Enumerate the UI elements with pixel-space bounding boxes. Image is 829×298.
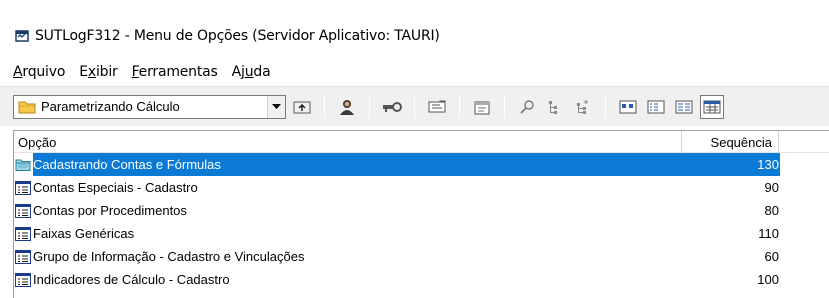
toolbar: Parametrizando Cálculo bbox=[0, 86, 829, 126]
list-item-sequence: 130 bbox=[757, 157, 779, 172]
toolbar-separator bbox=[324, 94, 325, 119]
up-folder-icon[interactable] bbox=[290, 95, 314, 119]
tree-expand-icon[interactable] bbox=[571, 95, 595, 119]
card-icon[interactable] bbox=[425, 95, 449, 119]
list-item[interactable]: Cadastrando Contas e Fórmulas 130 bbox=[14, 153, 829, 176]
large-icons-view-icon[interactable] bbox=[616, 95, 640, 119]
user-icon[interactable] bbox=[335, 95, 359, 119]
list-item-sequence: 110 bbox=[758, 226, 779, 241]
title-bar: SUTLogF312 - Menu de Opções (Servidor Ap… bbox=[0, 14, 829, 58]
list-item[interactable]: Faixas Genéricas 110 bbox=[14, 222, 829, 245]
list-item-sequence: 60 bbox=[764, 249, 779, 264]
toolbar-separator bbox=[369, 94, 370, 119]
window-title: SUTLogF312 - Menu de Opções (Servidor Ap… bbox=[35, 28, 440, 44]
form-icon bbox=[15, 226, 31, 242]
list-item-sequence: 80 bbox=[764, 203, 779, 218]
toolbar-separator bbox=[605, 94, 606, 119]
list-item-label: Contas por Procedimentos bbox=[33, 203, 187, 218]
chevron-down-icon[interactable] bbox=[267, 95, 285, 118]
list-item[interactable]: Grupo de Informação - Cadastro e Vincula… bbox=[14, 245, 829, 268]
combo-value: Parametrizando Cálculo bbox=[41, 99, 180, 114]
list-item-sequence: 100 bbox=[757, 272, 779, 287]
menu-ajuda[interactable]: Ajuda bbox=[232, 64, 271, 80]
column-header-sequence[interactable]: Sequência bbox=[682, 131, 779, 153]
column-header-option[interactable]: Opção bbox=[14, 131, 682, 153]
list-item-label: Indicadores de Cálculo - Cadastro bbox=[33, 272, 230, 287]
find-icon[interactable] bbox=[515, 95, 539, 119]
key-icon[interactable] bbox=[380, 95, 404, 119]
options-list[interactable]: Opção Sequência Cadastrando Contas e Fór… bbox=[13, 130, 829, 298]
list-item-sequence: 90 bbox=[764, 180, 779, 195]
list-item-label: Cadastrando Contas e Fórmulas bbox=[33, 157, 221, 172]
folder-icon bbox=[18, 100, 36, 114]
list-item-label: Contas Especiais - Cadastro bbox=[33, 180, 198, 195]
toolbar-separator bbox=[459, 94, 460, 119]
details-view-icon[interactable] bbox=[700, 94, 724, 119]
tree-collapse-icon[interactable] bbox=[543, 95, 567, 119]
list-item-label: Faixas Genéricas bbox=[33, 226, 135, 241]
list-item[interactable]: Contas Especiais - Cadastro 90 bbox=[14, 176, 829, 199]
form-icon bbox=[15, 203, 31, 219]
toolbar-separator bbox=[504, 94, 505, 119]
list-item-label: Grupo de Informação - Cadastro e Vincula… bbox=[33, 249, 305, 264]
form-icon bbox=[15, 180, 31, 196]
form-icon bbox=[15, 272, 31, 288]
list-item[interactable]: Indicadores de Cálculo - Cadastro 100 bbox=[14, 268, 829, 291]
menu-ferramentas[interactable]: Ferramentas bbox=[132, 64, 218, 80]
menu-arquivo[interactable]: Arquivo bbox=[13, 64, 65, 80]
properties-icon[interactable] bbox=[470, 95, 494, 119]
menu-exibir[interactable]: Exibir bbox=[79, 64, 118, 80]
form-icon bbox=[15, 249, 31, 265]
menu-bar: Arquivo Exibir Ferramentas Ajuda bbox=[0, 58, 829, 85]
list-header: Opção Sequência bbox=[14, 131, 829, 153]
toolbar-separator bbox=[414, 94, 415, 119]
list-view-icon[interactable] bbox=[672, 95, 696, 119]
folder-icon bbox=[15, 157, 31, 173]
location-combo[interactable]: Parametrizando Cálculo bbox=[13, 94, 286, 119]
small-icons-view-icon[interactable] bbox=[644, 95, 668, 119]
app-icon bbox=[15, 29, 29, 43]
list-item[interactable]: Contas por Procedimentos 80 bbox=[14, 199, 829, 222]
